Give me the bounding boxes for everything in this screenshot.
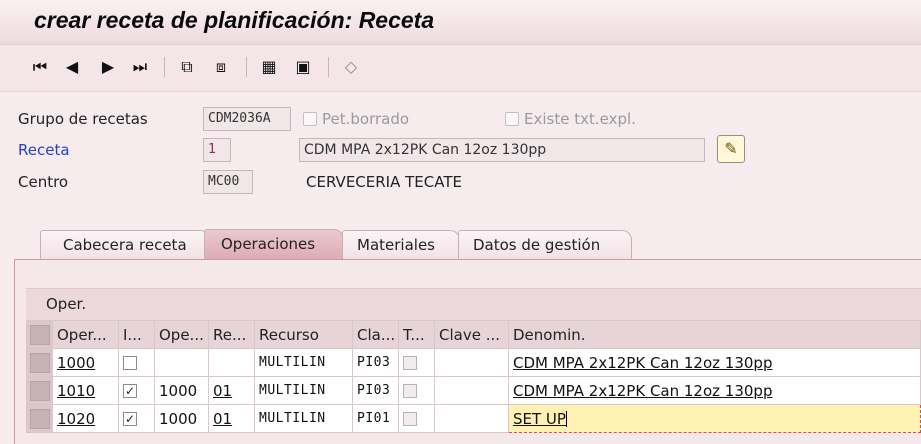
indicator-cell[interactable]: ✓ — [118, 376, 155, 405]
indicator-checkbox[interactable] — [123, 356, 137, 370]
row-selector-icon — [29, 408, 50, 429]
oper-cell[interactable]: 1000 — [52, 348, 119, 377]
col-header-resource[interactable]: Recurso — [254, 320, 353, 349]
text-checkbox[interactable] — [403, 412, 417, 426]
indicator-checkbox-checked[interactable]: ✓ — [123, 384, 137, 398]
resource-cell[interactable]: MULTILIN — [254, 376, 353, 405]
text-cell[interactable] — [398, 404, 435, 433]
col-header-indicator[interactable]: I... — [118, 320, 155, 349]
deletion-flag-checkbox[interactable] — [303, 112, 317, 126]
calendar-icon[interactable]: ▣ — [292, 55, 314, 79]
row-selector-icon — [29, 380, 50, 401]
row-selector[interactable] — [26, 348, 53, 377]
plant-label: Centro — [18, 173, 69, 191]
row-selector[interactable] — [26, 404, 53, 433]
table-row[interactable]: 1020 ✓ 1000 01 MULTILIN PI01 SET UP — [26, 404, 921, 433]
application-toolbar: ⏮ ◀ ▶ ⏭ ⧉ ⧈ ▦ ▣ ◇ — [0, 45, 921, 92]
grid-icon[interactable]: ▦ — [258, 55, 280, 79]
control-key-cell[interactable]: PI03 — [352, 348, 399, 377]
control-key-cell[interactable]: PI03 — [352, 376, 399, 405]
table-title: Oper. — [46, 295, 87, 313]
key-cell[interactable] — [434, 404, 509, 433]
control-key-cell[interactable]: PI01 — [352, 404, 399, 433]
phase-cell[interactable] — [154, 348, 209, 377]
toolbar-separator — [164, 57, 165, 77]
recipe-label[interactable]: Receta — [18, 141, 70, 159]
description-text[interactable]: SET UP — [513, 410, 566, 428]
col-header-description[interactable]: Denomin. — [508, 320, 921, 349]
description-cell[interactable]: CDM MPA 2x12PK Can 12oz 130pp — [508, 348, 921, 377]
col-header-control-key[interactable]: Cla... — [352, 320, 399, 349]
col-header-oper[interactable]: Oper... — [52, 320, 119, 349]
longtext-exists-checkbox[interactable] — [505, 112, 519, 126]
edit-pencil-icon[interactable]: ✎ — [717, 135, 745, 163]
col-header-relation[interactable]: Re... — [208, 320, 255, 349]
last-page-icon[interactable]: ⏭ — [130, 55, 150, 79]
row-selector-icon — [29, 324, 50, 345]
relation-cell[interactable]: 01 — [208, 376, 255, 405]
indicator-cell[interactable] — [118, 348, 155, 377]
cube-icon[interactable]: ◇ — [340, 55, 362, 79]
description-input-cell[interactable]: SET UP — [508, 404, 921, 433]
text-cell[interactable] — [398, 348, 435, 377]
recipe-group-label: Grupo de recetas — [18, 110, 148, 128]
col-header-phase[interactable]: Ope... — [154, 320, 209, 349]
deletion-flag-label: Pet.borrado — [322, 110, 410, 128]
phase-cell[interactable]: 1000 — [154, 404, 209, 433]
previous-page-icon[interactable]: ◀ — [62, 55, 82, 79]
tab-datos-de-gestion[interactable]: Datos de gestión — [458, 230, 632, 260]
longtext-exists-label: Existe txt.expl. — [524, 110, 636, 128]
plant-name: CERVECERIA TECATE — [306, 173, 462, 191]
row-selector[interactable] — [26, 376, 53, 405]
toolbar-separator — [246, 57, 247, 77]
table-row[interactable]: 1010 ✓ 1000 01 MULTILIN PI03 CDM MPA 2x1… — [26, 376, 921, 405]
phase-cell[interactable]: 1000 — [154, 376, 209, 405]
resource-cell[interactable]: MULTILIN — [254, 404, 353, 433]
plant-field[interactable]: MC00 — [203, 170, 253, 194]
table-header-row: Oper... I... Ope... Re... Recurso Cla...… — [26, 320, 921, 349]
text-checkbox[interactable] — [403, 356, 417, 370]
indicator-cell[interactable]: ✓ — [118, 404, 155, 433]
table-row[interactable]: 1000 MULTILIN PI03 CDM MPA 2x12PK Can 12… — [26, 348, 921, 377]
oper-cell[interactable]: 1010 — [52, 376, 119, 405]
tab-materiales[interactable]: Materiales — [342, 230, 460, 260]
table-title-bar: Oper. — [26, 288, 921, 321]
description-cell[interactable]: CDM MPA 2x12PK Can 12oz 130pp — [508, 376, 921, 405]
row-selector-icon — [29, 352, 50, 373]
text-cursor — [565, 411, 567, 427]
toolbar-separator — [328, 57, 329, 77]
col-header-key[interactable]: Clave ... — [434, 320, 509, 349]
col-header-text[interactable]: T... — [398, 320, 435, 349]
tab-cabecera-receta[interactable]: Cabecera receta — [40, 230, 210, 260]
next-page-icon[interactable]: ▶ — [98, 55, 118, 79]
relation-cell[interactable]: 01 — [208, 404, 255, 433]
key-cell[interactable] — [434, 376, 509, 405]
key-cell[interactable] — [434, 348, 509, 377]
recipe-group-field[interactable]: CDM2036A — [203, 107, 291, 131]
oper-cell[interactable]: 1020 — [52, 404, 119, 433]
text-cell[interactable] — [398, 376, 435, 405]
text-checkbox[interactable] — [403, 384, 417, 398]
resource-cell[interactable]: MULTILIN — [254, 348, 353, 377]
network-icon[interactable]: ⧈ — [210, 55, 232, 79]
recipe-description-field[interactable]: CDM MPA 2x12PK Can 12oz 130pp — [299, 138, 705, 162]
indicator-checkbox-checked[interactable]: ✓ — [123, 412, 137, 426]
first-page-icon[interactable]: ⏮ — [30, 55, 50, 79]
hierarchy-icon[interactable]: ⧉ — [176, 55, 198, 79]
recipe-number-field[interactable]: 1 — [203, 138, 231, 162]
operations-table: Oper... I... Ope... Re... Recurso Cla...… — [26, 320, 921, 433]
tab-operaciones[interactable]: Operaciones — [204, 229, 344, 261]
window-title: crear receta de planificación: Receta — [34, 7, 435, 33]
select-all-handle[interactable] — [26, 320, 53, 349]
relation-cell[interactable] — [208, 348, 255, 377]
title-bar: crear receta de planificación: Receta — [0, 0, 921, 45]
